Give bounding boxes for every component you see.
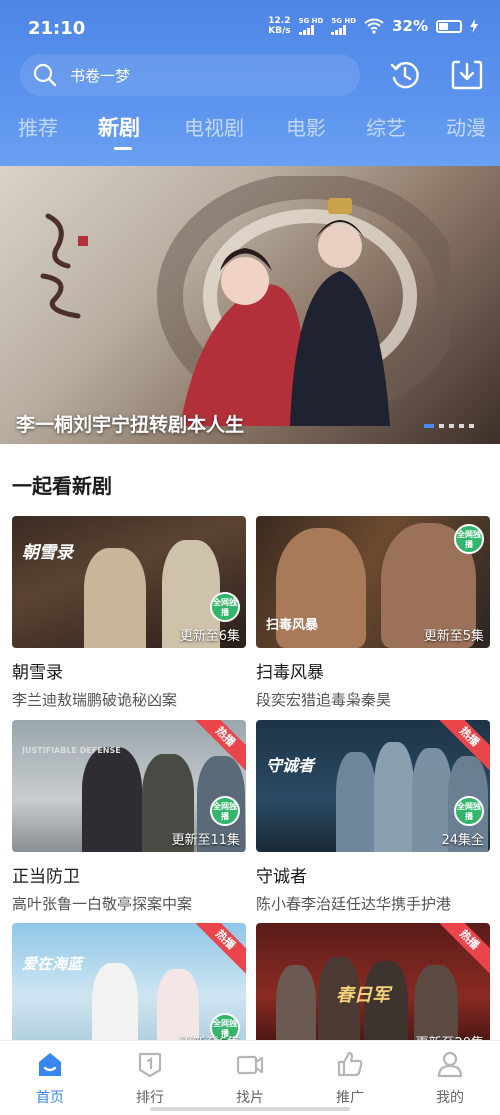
drama-title: 守诚者 [256,867,307,887]
banner-logo [40,213,88,319]
status-icons: 12.2 KB/s 5G HD 5G HD 32% [268,16,478,36]
drama-card[interactable]: 春日军 热播 更新至20集 [256,923,490,1055]
thumbs-up-icon [337,1051,363,1077]
tab-tv-series[interactable]: 电视剧 [184,112,244,141]
drama-card[interactable]: 守诚者 热播 全网独播 24集全 守诚者 陈小春李治廷任达华携手护港 [256,720,490,914]
nav-home[interactable]: 首页 [20,1049,80,1107]
search-icon [33,63,57,87]
search-row: 书卷一梦 [20,54,490,96]
history-button[interactable] [388,58,422,92]
exclusive-badge: 全网独播 [454,524,484,554]
home-indicator [150,1107,350,1111]
hot-badge: 热播 [191,923,246,974]
poster-logo: 爱在海蓝 [22,955,83,973]
drama-card[interactable]: 朝雪录 全网独播 更新至6集 朝雪录 李兰迪敖瑞鹏破诡秘凶案 [12,516,246,710]
drama-poster[interactable]: 爱在海蓝 热播 全网独播 更新至6集 [12,923,246,1055]
bottom-nav: 首页 排行 找片 推广 我的 [0,1040,500,1115]
battery-percent: 32% [392,17,428,35]
signal-icon-2: 5G HD [331,17,356,35]
drama-title: 扫毒风暴 [256,663,324,683]
banner-title: 李一桐刘宇宁扭转剧本人生 [16,414,245,436]
tab-anime[interactable]: 动漫 [446,112,486,141]
search-input[interactable]: 书卷一梦 [20,54,360,96]
episode-status: 24集全 [441,833,484,848]
drama-card[interactable]: 爱在海蓝 热播 全网独播 更新至6集 [12,923,246,1055]
episode-status: 更新至11集 [171,833,240,848]
video-search-icon [236,1055,264,1075]
nav-promote[interactable]: 推广 [320,1049,380,1107]
poster-logo: 朝雪录 [22,543,73,563]
episode-status: 更新至5集 [423,629,484,644]
home-icon [39,1053,61,1076]
drama-poster[interactable]: 扫毒风暴 全网独播 更新至5集 [256,516,490,648]
drama-poster[interactable]: 春日军 热播 更新至20集 [256,923,490,1055]
charging-icon [470,19,478,33]
tab-recommend[interactable]: 推荐 [18,112,58,141]
net-speed: 12.2 KB/s [268,16,291,36]
carousel-indicator [424,424,474,428]
download-icon [451,60,483,90]
nav-profile[interactable]: 我的 [420,1049,480,1107]
drama-title: 正当防卫 [12,867,80,887]
ranking-icon [138,1052,162,1078]
poster-logo: 扫毒风暴 [266,618,319,633]
tab-movies[interactable]: 电影 [286,112,326,141]
drama-card[interactable]: JUSTIFIABLE DEFENSE 热播 全网独播 更新至11集 正当防卫 … [12,720,246,914]
history-icon [390,61,419,89]
poster-logo: 守诚者 [266,756,315,775]
category-tabs: 推荐 新剧 电视剧 电影 综艺 动漫 [0,112,500,156]
nav-ranking[interactable]: 排行 [120,1049,180,1107]
active-tab-indicator [114,147,132,150]
exclusive-badge: 全网独播 [210,796,240,826]
tab-variety[interactable]: 综艺 [366,112,406,141]
signal-icon: 5G HD [298,17,323,35]
exclusive-badge: 全网独播 [210,592,240,622]
nav-find-video[interactable]: 找片 [220,1049,280,1107]
tab-new-drama[interactable]: 新剧 [98,112,140,142]
section-title: 一起看新剧 [12,474,112,498]
profile-icon [437,1051,463,1078]
drama-poster[interactable]: JUSTIFIABLE DEFENSE 热播 全网独播 更新至11集 [12,720,246,852]
battery-icon [436,19,462,33]
drama-description: 高叶张鲁一白敬亭探案中案 [12,895,193,913]
hero-banner[interactable]: 李一桐刘宇宁扭转剧本人生 [0,166,500,444]
drama-description: 陈小春李治廷任达华携手护港 [256,895,452,913]
poster-logo: JUSTIFIABLE DEFENSE [22,746,121,755]
search-placeholder: 书卷一梦 [70,66,131,85]
exclusive-badge: 全网独播 [454,796,484,826]
status-bar: 21:10 12.2 KB/s 5G HD 5G HD 32% [0,0,500,56]
download-button[interactable] [450,58,484,92]
drama-description: 李兰迪敖瑞鹏破诡秘凶案 [12,691,178,709]
wifi-icon [364,18,384,34]
poster-logo: 春日军 [336,985,390,1006]
header: 21:10 12.2 KB/s 5G HD 5G HD 32% 书卷一梦 推荐 … [0,0,500,166]
drama-title: 朝雪录 [12,663,63,683]
status-time: 21:10 [28,18,86,39]
episode-status: 更新至6集 [179,629,240,644]
drama-description: 段奕宏猎追毒枭秦昊 [256,691,392,709]
banner-artwork [157,176,450,426]
drama-poster[interactable]: 守诚者 热播 全网独播 24集全 [256,720,490,852]
drama-poster[interactable]: 朝雪录 全网独播 更新至6集 [12,516,246,648]
drama-card[interactable]: 扫毒风暴 全网独播 更新至5集 扫毒风暴 段奕宏猎追毒枭秦昊 [256,516,490,710]
